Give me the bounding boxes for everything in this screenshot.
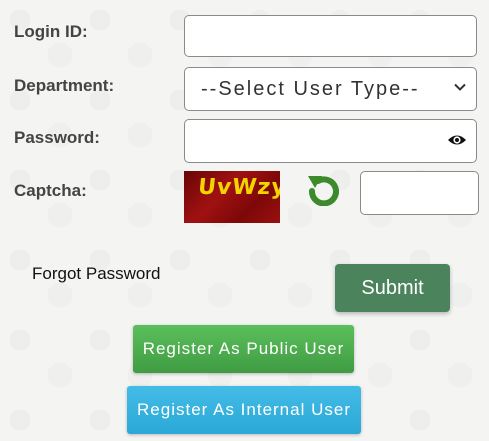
refresh-icon[interactable] xyxy=(304,172,344,206)
eye-icon[interactable] xyxy=(447,132,467,148)
login-form: Login ID: Department: --Select User Type… xyxy=(8,0,489,441)
department-label: Department: xyxy=(14,76,115,95)
login-id-label: Login ID: xyxy=(14,22,88,41)
captcha-image: UvWzyV xyxy=(184,171,280,223)
department-selected-value: --Select User Type-- xyxy=(201,77,420,100)
register-public-user-button[interactable]: Register As Public User xyxy=(133,325,354,373)
captcha-input[interactable] xyxy=(360,171,479,215)
captcha-label: Captcha: xyxy=(14,181,87,200)
login-id-input[interactable] xyxy=(184,15,477,57)
password-label: Password: xyxy=(14,128,100,147)
register-internal-user-button[interactable]: Register As Internal User xyxy=(127,386,361,434)
captcha-image-text: UvWzyV xyxy=(196,175,280,200)
password-field[interactable] xyxy=(184,119,477,163)
submit-button[interactable]: Submit xyxy=(335,264,450,312)
chevron-down-icon xyxy=(454,83,466,91)
forgot-password-link[interactable]: Forgot Password xyxy=(32,264,161,284)
department-select[interactable]: --Select User Type-- xyxy=(184,67,477,111)
